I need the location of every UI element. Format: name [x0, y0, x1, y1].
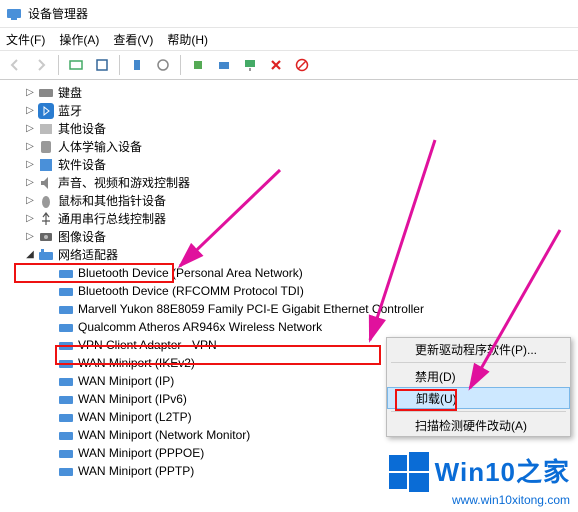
- toolbar-icon[interactable]: [126, 54, 148, 76]
- tree-category[interactable]: ▷图像设备: [6, 228, 578, 246]
- chevron-right-icon: ▷: [24, 120, 36, 138]
- chevron-right-icon: ▷: [24, 228, 36, 246]
- chevron-right-icon: ▷: [24, 192, 36, 210]
- chevron-right-icon: ▷: [24, 156, 36, 174]
- tree-item[interactable]: Marvell Yukon 88E8059 Family PCI-E Gigab…: [6, 300, 578, 318]
- scan-hardware-button[interactable]: [239, 54, 261, 76]
- mouse-icon: [38, 193, 54, 209]
- menu-help[interactable]: 帮助(H): [167, 31, 208, 48]
- watermark: Win10之家 www.win10xitong.com: [389, 452, 570, 506]
- ctx-update-driver[interactable]: 更新驱动程序软件(P)...: [387, 338, 570, 360]
- device-manager-icon: [6, 6, 22, 22]
- menu-action[interactable]: 操作(A): [59, 31, 99, 48]
- network-adapter-icon: [58, 337, 74, 353]
- chevron-right-icon: ▷: [24, 174, 36, 192]
- network-adapter-icon: [58, 445, 74, 461]
- ctx-scan-hardware[interactable]: 扫描检测硬件改动(A): [387, 414, 570, 436]
- toolbar-icon[interactable]: [187, 54, 209, 76]
- network-adapter-icon: [58, 463, 74, 479]
- separator: [391, 362, 566, 363]
- toolbar: [0, 50, 578, 80]
- image-device-icon: [38, 229, 54, 245]
- tree-category[interactable]: ▷人体学输入设备: [6, 138, 578, 156]
- software-icon: [38, 157, 54, 173]
- uninstall-button[interactable]: [265, 54, 287, 76]
- network-adapter-icon: [58, 373, 74, 389]
- forward-button[interactable]: [30, 54, 52, 76]
- other-device-icon: [38, 121, 54, 137]
- context-menu: 更新驱动程序软件(P)... 禁用(D) 卸载(U) 扫描检测硬件改动(A): [386, 337, 571, 437]
- toolbar-icon[interactable]: [91, 54, 113, 76]
- network-adapter-icon: [58, 283, 74, 299]
- network-adapter-icon: [58, 427, 74, 443]
- menu-view[interactable]: 查看(V): [113, 31, 153, 48]
- tree-category[interactable]: ▷蓝牙: [6, 102, 578, 120]
- menubar: 文件(F) 操作(A) 查看(V) 帮助(H): [0, 28, 578, 50]
- network-adapter-icon: [38, 247, 54, 263]
- windows-logo-icon: [389, 452, 429, 492]
- tree-item-qualcomm-atheros[interactable]: Qualcomm Atheros AR946x Wireless Network: [6, 318, 578, 336]
- chevron-right-icon: ▷: [24, 138, 36, 156]
- chevron-down-icon: ◢: [24, 246, 36, 264]
- network-adapter-icon: [58, 355, 74, 371]
- hid-icon: [38, 139, 54, 155]
- tree-item[interactable]: Bluetooth Device (Personal Area Network): [6, 264, 578, 282]
- network-adapter-icon: [58, 319, 74, 335]
- tree-category[interactable]: ▷其他设备: [6, 120, 578, 138]
- sound-icon: [38, 175, 54, 191]
- toolbar-icon[interactable]: [213, 54, 235, 76]
- keyboard-icon: [38, 85, 54, 101]
- tree-category[interactable]: ▷鼠标和其他指针设备: [6, 192, 578, 210]
- toolbar-icon[interactable]: [152, 54, 174, 76]
- window-title: 设备管理器: [28, 5, 88, 22]
- tree-category[interactable]: ▷键盘: [6, 84, 578, 102]
- back-button[interactable]: [4, 54, 26, 76]
- chevron-right-icon: ▷: [24, 102, 36, 120]
- tree-category[interactable]: ▷软件设备: [6, 156, 578, 174]
- titlebar: 设备管理器: [0, 0, 578, 28]
- watermark-url: www.win10xitong.com: [389, 494, 570, 506]
- toolbar-icon[interactable]: [65, 54, 87, 76]
- ctx-disable[interactable]: 禁用(D): [387, 365, 570, 387]
- tree-item[interactable]: Bluetooth Device (RFCOMM Protocol TDI): [6, 282, 578, 300]
- disable-button[interactable]: [291, 54, 313, 76]
- chevron-right-icon: ▷: [24, 210, 36, 228]
- network-adapter-icon: [58, 391, 74, 407]
- network-adapter-icon: [58, 409, 74, 425]
- tree-category[interactable]: ▷声音、视频和游戏控制器: [6, 174, 578, 192]
- network-adapter-icon: [58, 265, 74, 281]
- bluetooth-icon: [38, 103, 54, 119]
- network-adapter-icon: [58, 301, 74, 317]
- tree-category[interactable]: ▷通用串行总线控制器: [6, 210, 578, 228]
- separator: [391, 411, 566, 412]
- menu-file[interactable]: 文件(F): [6, 31, 45, 48]
- chevron-right-icon: ▷: [24, 84, 36, 102]
- ctx-uninstall[interactable]: 卸载(U): [387, 387, 570, 409]
- tree-category-network-adapters[interactable]: ◢网络适配器: [6, 246, 578, 264]
- watermark-brand: Win10之家: [435, 459, 570, 485]
- usb-icon: [38, 211, 54, 227]
